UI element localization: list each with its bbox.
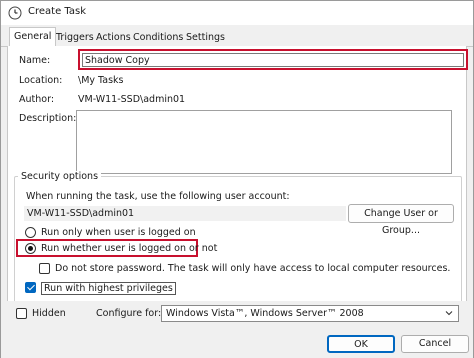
highest-privileges-checkbox[interactable] bbox=[25, 282, 36, 293]
account-prompt: When running the task, use the following… bbox=[26, 191, 290, 202]
do-not-store-password-label: Do not store password. The task will onl… bbox=[55, 263, 451, 274]
create-task-window: Create Task General Triggers Actions Con… bbox=[0, 0, 474, 358]
tab-bar: General Triggers Actions Conditions Sett… bbox=[1, 25, 473, 48]
chevron-down-icon bbox=[445, 311, 453, 316]
run-logged-on-label: Run only when user is logged on bbox=[41, 227, 196, 238]
configure-for-select[interactable]: Windows Vista™, Windows Server™ 2008 bbox=[161, 305, 459, 322]
general-panel: Name: Location: \My Tasks Author: VM-W11… bbox=[7, 46, 468, 323]
user-account-value: VM-W11-SSD\admin01 bbox=[27, 208, 135, 219]
name-highlight bbox=[78, 49, 468, 70]
ok-button[interactable]: OK bbox=[327, 335, 395, 353]
description-label: Description: bbox=[19, 113, 77, 124]
location-label: Location: bbox=[19, 75, 63, 86]
tab-conditions[interactable]: Conditions bbox=[129, 30, 187, 47]
change-user-button[interactable]: Change User or Group... bbox=[348, 204, 454, 236]
description-field[interactable] bbox=[76, 110, 452, 174]
hidden-label: Hidden bbox=[32, 308, 66, 319]
window-title: Create Task bbox=[28, 6, 86, 17]
highest-privileges-label: Run with highest privileges bbox=[41, 282, 176, 295]
location-value: \My Tasks bbox=[78, 75, 124, 86]
tab-triggers[interactable]: Triggers bbox=[52, 30, 98, 47]
configure-for-label: Configure for: bbox=[96, 308, 162, 319]
tab-settings[interactable]: Settings bbox=[182, 30, 229, 47]
configure-for-value: Windows Vista™, Windows Server™ 2008 bbox=[166, 308, 364, 319]
tab-general[interactable]: General bbox=[9, 27, 57, 48]
security-options-title: Security options bbox=[18, 171, 102, 182]
author-label: Author: bbox=[19, 94, 55, 105]
task-scheduler-icon bbox=[8, 6, 22, 20]
run-whether-radio[interactable] bbox=[25, 243, 36, 254]
hidden-checkbox[interactable] bbox=[16, 308, 27, 319]
name-label: Name: bbox=[19, 55, 51, 66]
run-whether-label: Run whether user is logged on or not bbox=[41, 243, 218, 254]
name-input[interactable] bbox=[82, 53, 464, 67]
author-value: VM-W11-SSD\admin01 bbox=[78, 94, 186, 105]
do-not-store-password-checkbox[interactable] bbox=[39, 263, 50, 274]
user-account-field: VM-W11-SSD\admin01 bbox=[24, 206, 346, 221]
title-bar: Create Task bbox=[1, 1, 473, 25]
run-logged-on-radio[interactable] bbox=[25, 227, 36, 238]
cancel-button[interactable]: Cancel bbox=[401, 335, 469, 353]
